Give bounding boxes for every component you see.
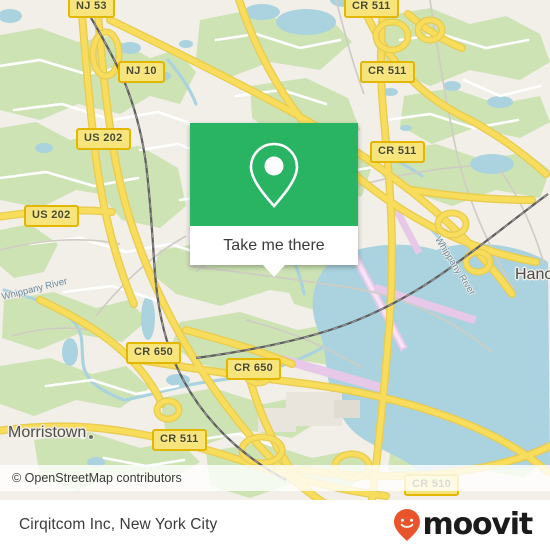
highway-shield: CR 511 xyxy=(344,0,399,18)
location-popup[interactable]: Take me there xyxy=(190,123,358,277)
take-me-there-label: Take me there xyxy=(223,236,325,254)
highway-shield: CR 650 xyxy=(126,342,182,364)
highway-shield: CR 511 xyxy=(360,61,415,83)
popup-image-area xyxy=(190,123,358,226)
highway-shield: US 202 xyxy=(24,205,79,227)
footer-bar: Cirqitcom Inc, New York City moovit xyxy=(0,500,550,550)
place-label-city: Morristown xyxy=(8,424,87,441)
moovit-brand[interactable]: moovit xyxy=(392,507,534,542)
highway-shield: CR 511 xyxy=(370,141,425,163)
highway-shield: CR 650 xyxy=(226,358,282,380)
highway-shield: CR 511 xyxy=(152,429,207,451)
popup-pointer-tip xyxy=(263,265,285,277)
moovit-wordmark: moovit xyxy=(422,507,534,542)
highway-shield: NJ 10 xyxy=(118,61,165,83)
moovit-smiley-pin-icon xyxy=(393,509,420,541)
highway-shield: NJ 53 xyxy=(68,0,115,18)
map-canvas[interactable]: NJ 53 CR 511 NJ 10 CR 511 US 202 CR 511 US 202… xyxy=(0,0,550,500)
place-title: Cirqitcom Inc, New York City xyxy=(19,516,218,533)
map-screen: NJ 53 CR 511 NJ 10 CR 511 US 202 CR 511 US 202… xyxy=(0,0,550,550)
place-label-city: Hanover xyxy=(515,266,550,283)
city-marker-dot xyxy=(88,434,94,440)
map-pin-icon xyxy=(249,142,299,208)
take-me-there-button[interactable]: Take me there xyxy=(190,226,358,277)
highway-shield: US 202 xyxy=(76,128,131,150)
attribution-text: © OpenStreetMap contributors xyxy=(12,471,182,485)
map-attribution[interactable]: © OpenStreetMap contributors xyxy=(0,465,550,491)
